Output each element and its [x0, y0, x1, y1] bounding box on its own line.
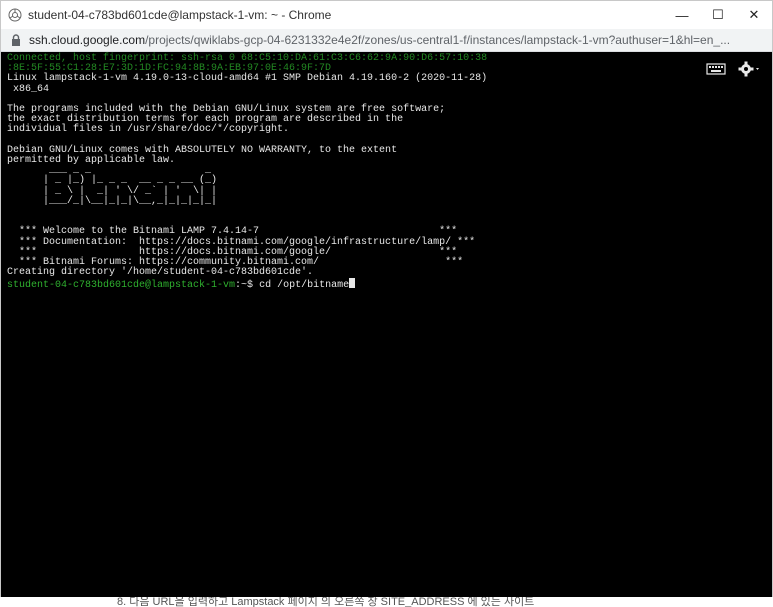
window-title: student-04-c783bd601cde@lampstack-1-vm: … — [28, 8, 332, 22]
shell-prompt: student-04-c783bd601cde@lampstack-1-vm — [7, 280, 236, 292]
prompt-suffix: :~$ — [235, 280, 260, 292]
ssh-terminal[interactable]: Connected, host fingerprint: ssh-rsa 0 6… — [1, 52, 772, 597]
typed-command[interactable]: cd /opt/bitname — [259, 280, 349, 291]
lock-icon[interactable] — [11, 34, 21, 46]
creating-directory-line: Creating directory '/home/student-04-c78… — [7, 267, 314, 279]
page-caption: 8. 다음 URL을 입력하고 Lampstack 페이지 의 오른쪽 창 SI… — [0, 597, 773, 607]
url-path: /projects/qwiklabs-gcp-04-6231332e4e2f/z… — [145, 33, 731, 47]
banner-line-4: |___/_|\__|_|_|\__,_|_|_|_|_| — [7, 195, 218, 207]
url-host: ssh.cloud.google.com — [29, 33, 146, 47]
text-cursor — [349, 278, 356, 289]
minimize-button[interactable]: — — [664, 1, 700, 29]
caption-text: 8. 다음 URL을 입력하고 Lampstack 페이지 의 오른쪽 창 SI… — [117, 597, 535, 607]
url-text[interactable]: ssh.cloud.google.com/projects/qwiklabs-g… — [29, 33, 769, 47]
motd-line-3: individual files in /usr/share/doc/*/cop… — [7, 124, 290, 136]
uname-line-2: x86_64 — [7, 83, 50, 95]
chrome-icon — [8, 8, 22, 22]
keyboard-icon[interactable] — [706, 62, 726, 76]
terminal-output: Connected, host fingerprint: ssh-rsa 0 6… — [1, 52, 772, 292]
close-button[interactable]: ✕ — [736, 1, 772, 29]
window-controls: — ☐ ✕ — [664, 1, 772, 29]
title-bar[interactable]: student-04-c783bd601cde@lampstack-1-vm: … — [1, 1, 772, 29]
chrome-window: student-04-c783bd601cde@lampstack-1-vm: … — [0, 0, 773, 597]
maximize-button[interactable]: ☐ — [700, 1, 736, 29]
uname-line-1: Linux lampstack-1-vm 4.19.0-13-cloud-amd… — [7, 73, 488, 85]
address-bar[interactable]: ssh.cloud.google.com/projects/qwiklabs-g… — [1, 29, 772, 52]
terminal-toolbar — [706, 60, 760, 78]
gear-icon[interactable] — [738, 60, 760, 78]
